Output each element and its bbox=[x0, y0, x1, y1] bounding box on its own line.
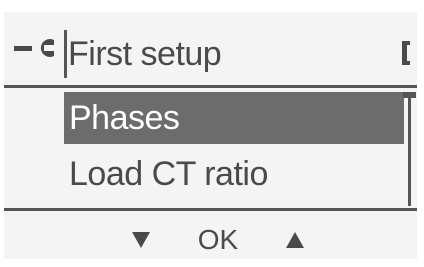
header-bar: First setup bbox=[4, 12, 417, 88]
menu-item-load-ct-ratio[interactable]: Load CT ratio bbox=[64, 148, 404, 200]
page-title: First setup bbox=[68, 35, 222, 73]
ok-button[interactable]: OK bbox=[192, 225, 244, 255]
scrollbar-thumb[interactable] bbox=[403, 92, 416, 98]
scrollbar-track[interactable] bbox=[408, 92, 411, 206]
softkey-bar: OK bbox=[4, 211, 417, 259]
header-divider bbox=[64, 30, 67, 78]
frame-edge-top bbox=[0, 0, 424, 12]
frame-edge-right bbox=[417, 0, 424, 267]
frame-edge-left bbox=[0, 0, 4, 267]
battery-icon bbox=[402, 41, 410, 65]
frame-edge-bottom bbox=[0, 259, 424, 267]
down-button[interactable] bbox=[126, 225, 156, 255]
device-display: First setup Phases Load CT ratio OK bbox=[0, 0, 424, 267]
arrow-up-icon bbox=[286, 232, 304, 248]
wrench-icon bbox=[14, 39, 54, 57]
arrow-down-icon bbox=[132, 232, 150, 248]
menu-list: Phases Load CT ratio bbox=[4, 88, 417, 206]
up-button[interactable] bbox=[280, 225, 310, 255]
menu-item-phases[interactable]: Phases bbox=[64, 92, 404, 144]
